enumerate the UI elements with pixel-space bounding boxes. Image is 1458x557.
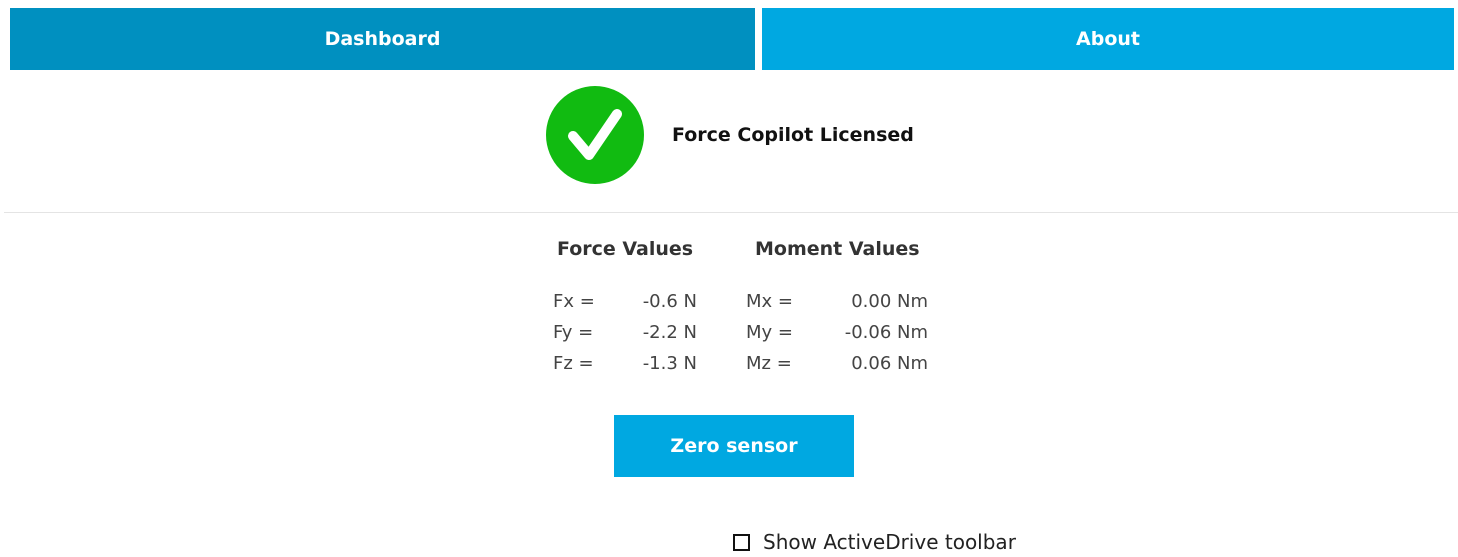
my-value: -0.06 Nm bbox=[844, 322, 928, 343]
mx-label: Mx = bbox=[746, 291, 793, 312]
license-status: Force Copilot Licensed bbox=[546, 86, 914, 184]
tab-about[interactable]: About bbox=[762, 8, 1454, 70]
check-circle-icon bbox=[546, 86, 644, 184]
zero-sensor-button[interactable]: Zero sensor bbox=[614, 415, 854, 477]
mz-label: Mz = bbox=[746, 353, 792, 374]
fx-value: -0.6 N bbox=[642, 291, 697, 312]
section-divider bbox=[4, 212, 1458, 213]
mx-value: 0.00 Nm bbox=[851, 291, 928, 312]
fz-value: -1.3 N bbox=[642, 353, 697, 374]
mz-value: 0.06 Nm bbox=[851, 353, 928, 374]
checkmark-icon bbox=[568, 109, 622, 160]
fx-label: Fx = bbox=[553, 291, 595, 312]
moment-values-heading: Moment Values bbox=[755, 238, 920, 260]
fz-label: Fz = bbox=[553, 353, 594, 374]
force-values-heading: Force Values bbox=[557, 238, 694, 260]
activedrive-toolbar-checkbox[interactable] bbox=[733, 533, 750, 551]
fy-label: Fy = bbox=[553, 322, 594, 343]
license-status-text: Force Copilot Licensed bbox=[672, 124, 914, 146]
show-activedrive-toolbar-toggle[interactable]: Show ActiveDrive toolbar bbox=[733, 530, 1016, 554]
my-label: My = bbox=[746, 322, 793, 343]
activedrive-toolbar-label: Show ActiveDrive toolbar bbox=[763, 530, 1016, 554]
tab-bar: Dashboard About bbox=[10, 8, 1454, 70]
fy-value: -2.2 N bbox=[642, 322, 697, 343]
tab-dashboard[interactable]: Dashboard bbox=[10, 8, 755, 70]
